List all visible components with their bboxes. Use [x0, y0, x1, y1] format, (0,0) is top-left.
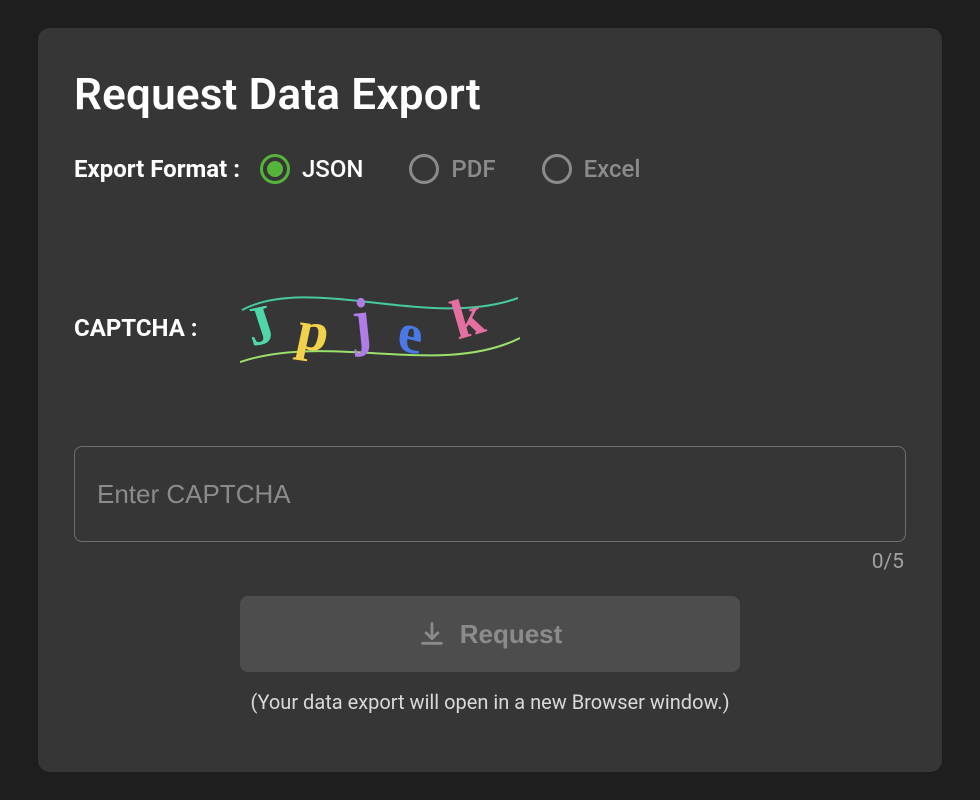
- action-hint: (Your data export will open in a new Bro…: [74, 690, 906, 714]
- radio-excel[interactable]: Excel: [542, 154, 641, 184]
- radio-json[interactable]: JSON: [260, 154, 363, 184]
- radio-pdf-label: PDF: [451, 155, 495, 183]
- captcha-counter: 0/5: [872, 550, 904, 574]
- page-title: Request Data Export: [74, 68, 906, 120]
- radio-circle-icon: [542, 154, 572, 184]
- request-button-label: Request: [460, 619, 563, 650]
- captcha-image: J p j e k: [240, 280, 520, 376]
- radio-pdf[interactable]: PDF: [409, 154, 495, 184]
- radio-circle-icon: [260, 154, 290, 184]
- captcha-noise-lines-icon: [240, 280, 520, 376]
- captcha-input[interactable]: [74, 446, 906, 542]
- radio-json-label: JSON: [302, 155, 363, 183]
- export-format-label: Export Format :: [74, 155, 240, 183]
- download-icon: [418, 620, 446, 648]
- action-row: Request: [74, 596, 906, 672]
- captcha-input-wrap: 0/5: [74, 446, 906, 542]
- export-format-row: Export Format : JSON PDF Excel: [74, 154, 906, 184]
- captcha-label: CAPTCHA :: [74, 314, 198, 342]
- radio-circle-icon: [409, 154, 439, 184]
- export-card: Request Data Export Export Format : JSON…: [38, 28, 942, 772]
- radio-excel-label: Excel: [584, 155, 641, 183]
- captcha-row: CAPTCHA : J p j e k: [74, 280, 906, 376]
- request-button[interactable]: Request: [240, 596, 740, 672]
